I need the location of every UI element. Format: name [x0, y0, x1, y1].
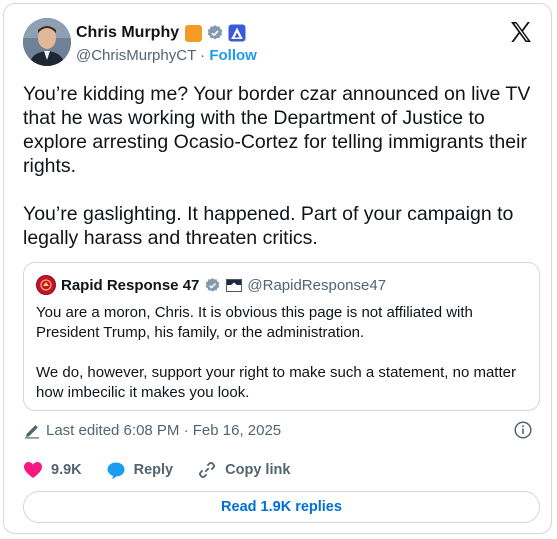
quote-author-name: Rapid Response 47 — [61, 276, 200, 294]
pencil-icon — [25, 424, 39, 438]
quote-avatar[interactable] — [36, 275, 56, 295]
quoted-tweet[interactable]: Rapid Response 47 @RapidResponse47 You a… — [23, 262, 540, 411]
follow-button[interactable]: Follow — [209, 47, 257, 64]
action-bar: 9.9K Reply Copy link — [23, 460, 314, 480]
info-icon[interactable] — [514, 421, 532, 439]
x-logo-icon[interactable] — [509, 20, 533, 44]
reply-label: Reply — [133, 462, 174, 478]
link-icon — [199, 462, 216, 478]
flag-icon — [226, 278, 243, 292]
edited-timestamp[interactable]: Last edited 6:08 PM · Feb 16, 2025 — [46, 422, 281, 439]
reply-button[interactable]: Reply — [106, 461, 174, 480]
quote-author-handle: @RapidResponse47 — [247, 276, 387, 294]
copy-link-button[interactable]: Copy link — [197, 460, 290, 480]
heart-icon — [24, 462, 42, 478]
author-avatar[interactable] — [23, 18, 71, 66]
author-name-row: Chris Murphy — [76, 24, 246, 42]
government-icon — [228, 24, 246, 42]
quote-text: You are a moron, Chris. It is obvious th… — [36, 304, 516, 401]
author-handle-row: @ChrisMurphyCT · Follow — [76, 47, 257, 64]
author-name[interactable]: Chris Murphy — [76, 24, 179, 42]
tweet-text: You’re kidding me? Your border czar anno… — [23, 83, 531, 249]
separator: · — [200, 47, 206, 64]
quote-header: Rapid Response 47 @RapidResponse47 — [36, 275, 386, 295]
copy-link-label: Copy link — [225, 462, 291, 478]
author-handle[interactable]: @ChrisMurphyCT — [76, 47, 196, 64]
like-count: 9.9K — [51, 462, 82, 478]
verified-icon — [206, 277, 220, 292]
read-replies-button[interactable]: Read 1.9K replies — [23, 491, 540, 523]
tweet-card: Chris Murphy @ChrisMurphyCT · Follow You… — [3, 3, 552, 534]
org-badge-icon — [185, 24, 203, 42]
like-button[interactable]: 9.9K — [23, 461, 82, 479]
edit-meta[interactable]: Last edited 6:08 PM · Feb 16, 2025 — [24, 422, 281, 439]
reply-icon — [107, 462, 125, 479]
verified-icon — [207, 25, 223, 40]
